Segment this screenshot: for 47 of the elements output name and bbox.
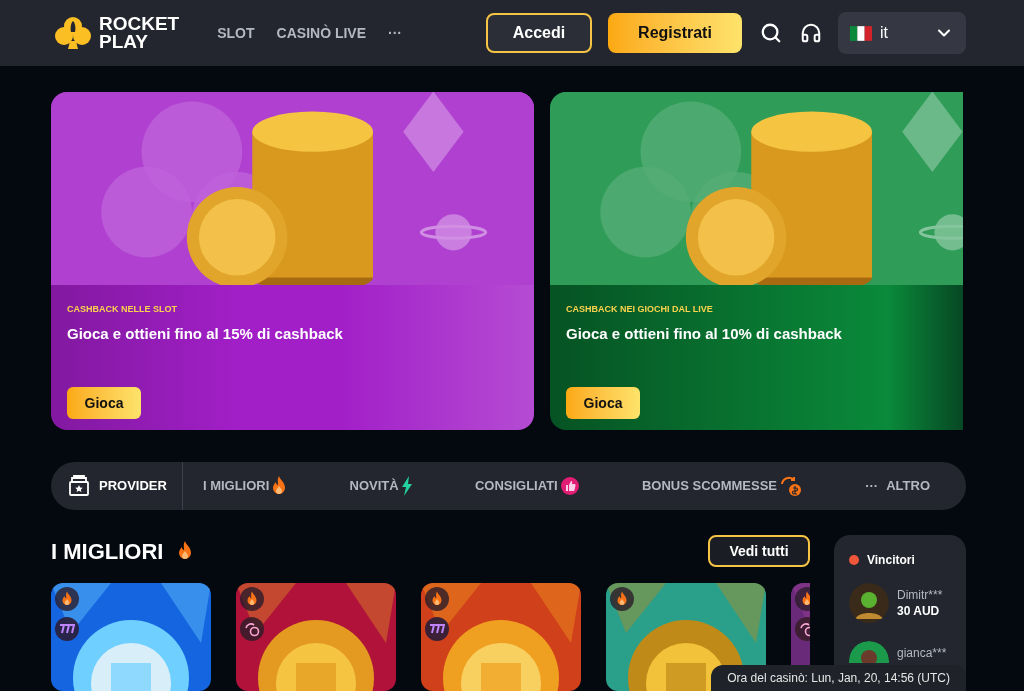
flame-icon: [246, 591, 258, 607]
category-tab[interactable]: CONSIGLIATI: [474, 476, 580, 496]
see-all-button[interactable]: Vedi tutti: [708, 535, 810, 567]
logo-text: PLAY: [99, 33, 149, 51]
headset-icon: [800, 22, 822, 44]
play-button[interactable]: Gioca: [67, 387, 141, 419]
login-button[interactable]: Accedi: [486, 13, 592, 53]
winner-amount: 30 AUD: [897, 603, 941, 619]
winner-name: Dimitr***: [897, 587, 943, 603]
language-selector[interactable]: it: [838, 12, 966, 54]
category-tab[interactable]: NOVITÀ: [349, 476, 413, 496]
flame-icon: [616, 591, 628, 607]
sevens-icon: [59, 623, 75, 635]
section-title: I MIGLIORI: [51, 537, 164, 566]
flame-icon: [61, 591, 73, 607]
chest-star-icon: [67, 474, 91, 498]
banner-title: Gioca e ottieni fino al 15% di cashback: [67, 323, 344, 344]
casino-clock: Ora del casinò: Lun, Jan, 20, 14:56 (UTC): [711, 665, 966, 691]
logo-text: ROCKET: [99, 15, 180, 33]
rocket-club-logo-icon: [55, 15, 91, 51]
panel-title: Vincitori: [867, 552, 915, 569]
banner-title: Gioca e ottieni fino al 10% di cashback: [566, 323, 843, 344]
thumbs-up-icon: [559, 476, 580, 496]
flame-icon: [801, 591, 810, 607]
register-button[interactable]: Registrati: [608, 13, 742, 53]
support-button[interactable]: [800, 22, 822, 44]
flame-icon: [177, 541, 194, 561]
winner-name: gianca***: [897, 645, 947, 661]
banner-eyebrow: CASHBACK NELLE SLOT: [67, 303, 178, 316]
search-button[interactable]: [760, 22, 782, 44]
flame-icon: [271, 476, 288, 496]
play-button[interactable]: Gioca: [566, 387, 640, 419]
more-dots: ···: [865, 477, 879, 496]
nav-link[interactable]: ···: [388, 22, 403, 44]
nav-link[interactable]: CASINÒ LIVE: [276, 22, 367, 44]
sevens-icon: [429, 623, 445, 635]
category-tab[interactable]: I MIGLIORI: [202, 476, 288, 496]
lightning-icon: [400, 476, 413, 496]
search-icon: [760, 22, 782, 44]
category-tab[interactable]: BONUS SCOMMESSE: [641, 474, 803, 498]
category-tab[interactable]: PROVIDER: [67, 474, 167, 498]
nav-link[interactable]: SLOT: [217, 22, 255, 44]
coin-arrows-icon: [779, 474, 803, 498]
category-tab[interactable]: ··· ALTRO: [865, 476, 930, 496]
banner-eyebrow: CASHBACK NEI GIOCHI DAL LIVE: [566, 303, 714, 316]
italy-flag-icon: [850, 25, 872, 41]
flame-icon: [431, 591, 443, 607]
